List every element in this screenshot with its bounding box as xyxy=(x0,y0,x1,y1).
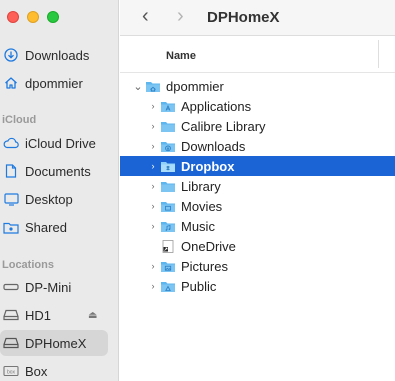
tree-row-label: dpommier xyxy=(166,78,224,94)
onedrive-alias-icon xyxy=(160,239,176,253)
sidebar-item-label: Box xyxy=(25,363,48,379)
disclosure-collapsed-icon[interactable]: › xyxy=(148,101,158,111)
shared-folder-icon xyxy=(3,219,19,235)
sidebar-item-documents[interactable]: Documents xyxy=(0,158,108,184)
tree-row[interactable]: › Library xyxy=(120,176,395,196)
folder-icon xyxy=(160,120,176,133)
window-controls xyxy=(7,11,59,23)
sidebar-item-dphomex[interactable]: DPHomeX xyxy=(0,330,108,356)
sidebar-item-label: Shared xyxy=(25,219,67,235)
applications-folder-icon xyxy=(160,100,176,113)
tree-row-selected[interactable]: › Dropbox xyxy=(120,156,395,176)
eject-icon[interactable]: ⏏ xyxy=(88,310,97,321)
tree-row[interactable]: › Calibre Library xyxy=(120,116,395,136)
movies-folder-icon xyxy=(160,200,176,213)
disclosure-collapsed-icon[interactable]: › xyxy=(148,201,158,211)
sidebar-item-label: DPHomeX xyxy=(25,335,87,351)
zoom-button[interactable] xyxy=(47,11,59,23)
cloud-icon xyxy=(3,135,19,151)
disclosure-collapsed-icon[interactable]: › xyxy=(148,141,158,151)
tree-row[interactable]: OneDrive xyxy=(120,236,395,256)
sidebar-item-label: Desktop xyxy=(25,191,73,207)
sidebar-item-shared[interactable]: Shared xyxy=(0,214,108,240)
sidebar-item-hd1[interactable]: HD1 ⏏ xyxy=(0,302,108,328)
tree-row-label: Calibre Library xyxy=(181,118,266,134)
tree-row[interactable]: › Pictures xyxy=(120,256,395,276)
public-folder-icon xyxy=(160,280,176,293)
back-button[interactable]: ‹ xyxy=(142,5,149,28)
tree-row-label: Applications xyxy=(181,98,252,114)
tree-row[interactable]: › Downloads xyxy=(120,136,395,156)
box-icon: box xyxy=(3,363,19,379)
pictures-folder-icon xyxy=(160,260,176,273)
tree-row-label: Public xyxy=(181,278,217,294)
download-circle-icon xyxy=(3,47,19,63)
disclosure-collapsed-icon[interactable]: › xyxy=(148,161,158,171)
tree-row[interactable]: › Music xyxy=(120,216,395,236)
home-icon xyxy=(3,75,19,91)
tree-row-label: Movies xyxy=(181,198,223,214)
tree-row-label: Library xyxy=(181,178,221,194)
sidebar-item-label: HD1 xyxy=(25,307,52,323)
drive-icon xyxy=(3,307,19,323)
tree-row-label: Downloads xyxy=(181,138,246,154)
sidebar-item-box[interactable]: box Box xyxy=(0,358,108,381)
drive-icon xyxy=(3,335,19,351)
sidebar-item-label: iCloud Drive xyxy=(25,135,96,151)
dropbox-folder-icon xyxy=(160,160,176,173)
tree-row[interactable]: › Public xyxy=(120,276,395,296)
disclosure-collapsed-icon[interactable]: › xyxy=(148,261,158,271)
sidebar-item-desktop[interactable]: Desktop xyxy=(0,186,108,212)
tree-row-root[interactable]: ⌄ dpommier xyxy=(120,76,395,96)
forward-button[interactable]: › xyxy=(177,5,184,28)
disclosure-collapsed-icon[interactable]: › xyxy=(148,281,158,291)
sidebar-item-label: dpommier xyxy=(25,75,83,91)
column-header-name[interactable]: Name xyxy=(166,50,196,62)
toolbar: ‹ › DPHomeX xyxy=(120,0,395,36)
disclosure-expanded-icon[interactable]: ⌄ xyxy=(133,80,143,93)
column-divider[interactable] xyxy=(378,40,379,68)
svg-text:box: box xyxy=(7,370,16,376)
desktop-icon xyxy=(3,191,19,207)
sidebar-heading-locations: Locations xyxy=(2,259,54,271)
tree-row[interactable]: › Applications xyxy=(120,96,395,116)
folder-icon xyxy=(160,180,176,193)
sidebar-item-dp-mini[interactable]: DP-Mini xyxy=(0,274,108,300)
tree-row[interactable]: › Movies xyxy=(120,196,395,216)
close-button[interactable] xyxy=(7,11,19,23)
sidebar: Downloads dpommier iCloud iCloud Drive D… xyxy=(0,0,119,381)
sidebar-item-label: DP-Mini xyxy=(25,279,72,295)
sidebar-item-label: Documents xyxy=(25,163,91,179)
tree-row-label: OneDrive xyxy=(181,238,236,254)
sidebar-item-label: Downloads xyxy=(25,47,90,63)
tree-row-label: Dropbox xyxy=(181,158,235,174)
home-folder-icon xyxy=(145,80,161,93)
document-icon xyxy=(3,163,19,179)
computer-icon xyxy=(3,279,19,295)
disclosure-collapsed-icon[interactable]: › xyxy=(148,221,158,231)
minimize-button[interactable] xyxy=(27,11,39,23)
sidebar-item-icloud-drive[interactable]: iCloud Drive xyxy=(0,130,108,156)
disclosure-collapsed-icon[interactable]: › xyxy=(148,121,158,131)
downloads-folder-icon xyxy=(160,140,176,153)
sidebar-heading-icloud: iCloud xyxy=(2,114,37,126)
window-title: DPHomeX xyxy=(207,9,280,26)
sidebar-item-downloads[interactable]: Downloads xyxy=(0,42,108,68)
tree-row-label: Pictures xyxy=(181,258,228,274)
tree-row-label: Music xyxy=(181,218,215,234)
music-folder-icon xyxy=(160,220,176,233)
column-header: Name xyxy=(120,36,395,73)
disclosure-collapsed-icon[interactable]: › xyxy=(148,181,158,191)
sidebar-item-dpommier[interactable]: dpommier xyxy=(0,70,108,96)
